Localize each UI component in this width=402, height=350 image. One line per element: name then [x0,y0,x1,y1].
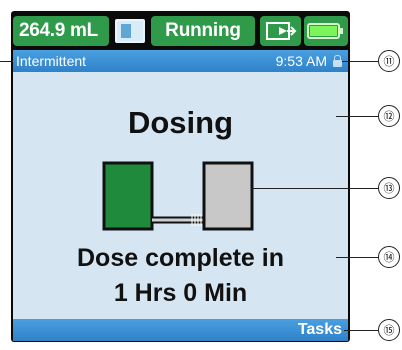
transfer-indicator [260,16,301,46]
lock-icon [333,55,342,67]
callout-line-12 [336,116,378,117]
dose-empty-container [202,161,254,231]
dose-remaining-time: 1 Hrs 0 Min [113,279,248,307]
info-bar: Intermittent 9:53 AM [13,50,348,72]
top-status-bar: 264.9 mL Running [13,13,348,49]
infusion-mode: Intermittent [16,53,87,69]
clock-time: 9:53 AM [275,53,327,69]
callout-line-left [0,61,13,62]
callout-line-13 [252,188,378,189]
volume-display: 264.9 mL [13,16,109,46]
callout-11: ⑪ [378,50,400,72]
volume-text: 264.9 mL [19,20,98,41]
callout-15: ⑮ [378,319,400,341]
callout-14: ⑭ [378,246,400,268]
battery-icon [307,23,343,39]
pump-status: Running [151,16,255,46]
bottom-bar: Tasks [13,319,348,341]
callout-line-15 [344,330,378,331]
battery-indicator [304,16,348,46]
tasks-button[interactable]: Tasks [298,321,342,339]
dose-filled-container [102,161,154,231]
callout-line-11 [342,61,378,62]
dose-message-line1: Dose complete in [77,244,284,272]
pump-status-text: Running [165,20,241,41]
transfer-icon [265,22,296,40]
callout-12: ⑫ [378,105,400,127]
main-content: Dosing Dose complete in 1 Hrs 0 Min [13,72,348,319]
callout-13: ⑬ [378,177,400,199]
stage: 264.9 mL Running Intermittent 9:53 AM Do… [0,0,402,350]
panel-icon [115,19,145,43]
callout-line-14 [336,257,378,258]
